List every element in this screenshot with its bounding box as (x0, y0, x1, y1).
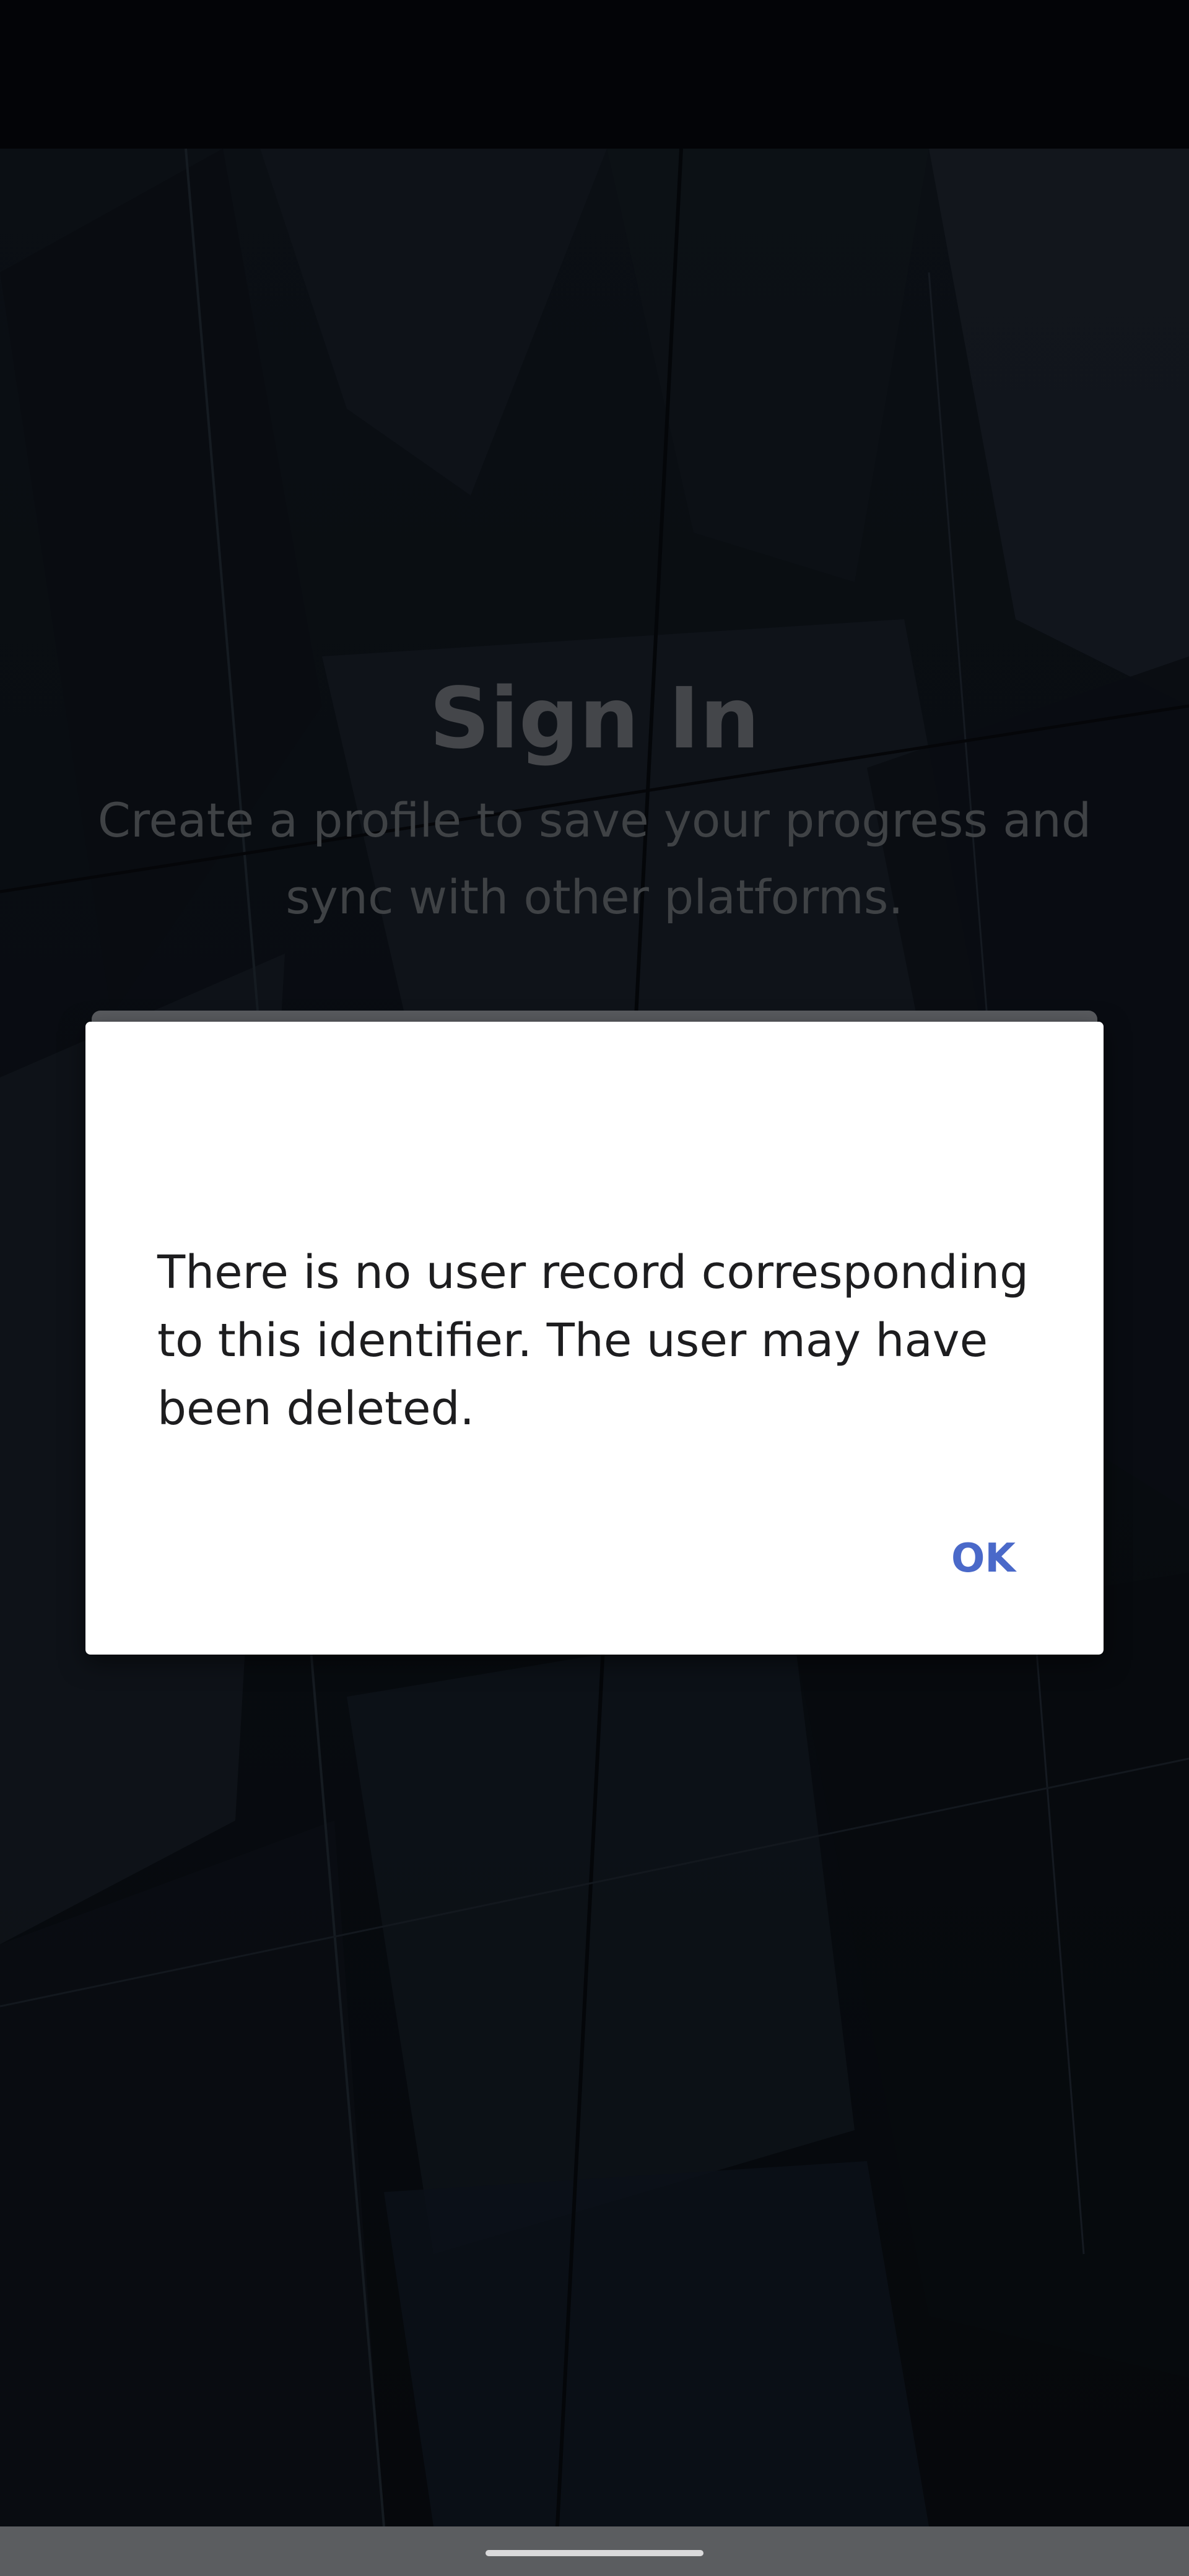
dialog-message: There is no user record corresponding to… (157, 1246, 1029, 1435)
app-screen: Sign In Create a profile to save your pr… (0, 0, 1189, 2576)
gesture-handle-icon[interactable] (486, 2550, 703, 2556)
error-dialog: There is no user record corresponding to… (85, 1022, 1104, 1655)
navigation-bar (0, 2526, 1189, 2576)
ok-button[interactable]: OK (909, 1518, 1058, 1599)
